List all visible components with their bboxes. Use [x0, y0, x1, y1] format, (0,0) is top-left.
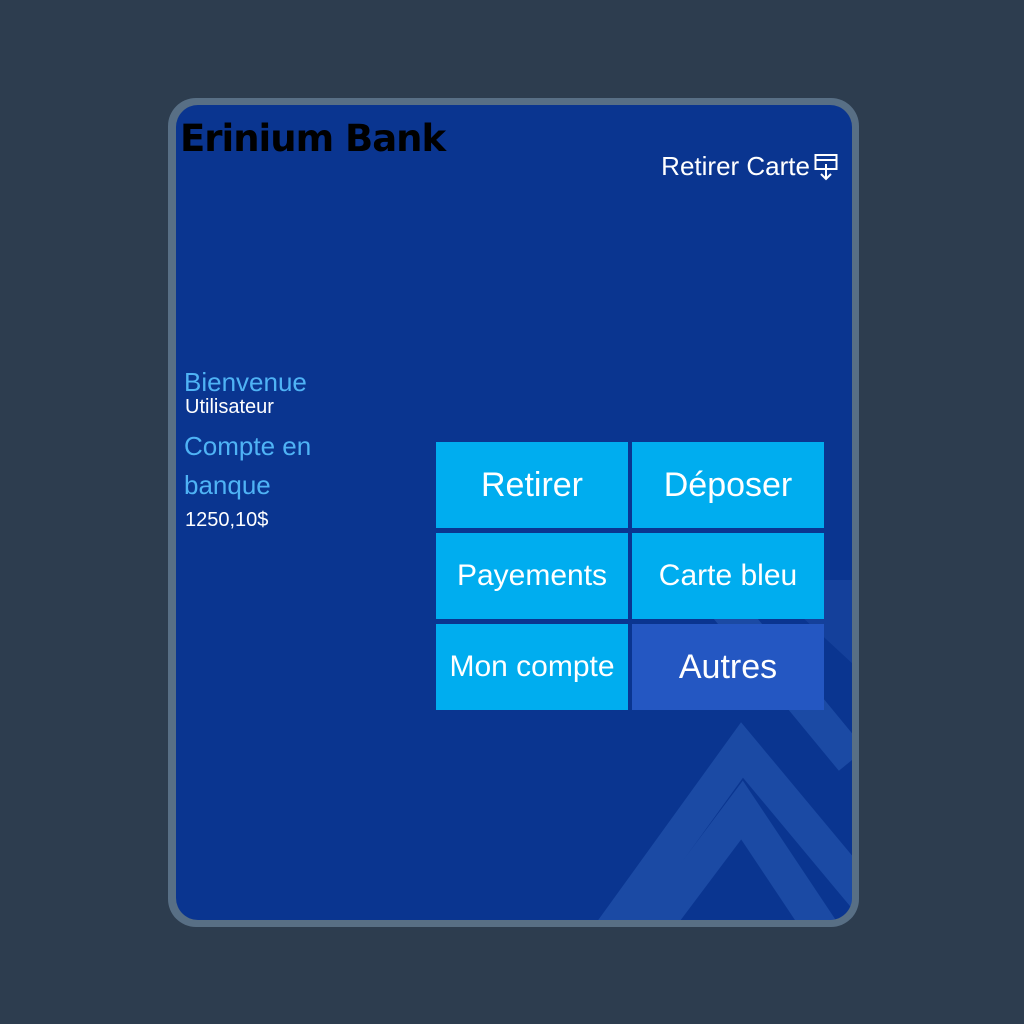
balance-value: 1250,10$ [185, 509, 269, 531]
blue-card-button[interactable]: Carte bleu [632, 533, 824, 619]
eject-card-button[interactable]: Retirer Carte [661, 151, 838, 182]
atm-screen: Erinium Bank Retirer Carte Bienvenue Uti… [176, 105, 852, 920]
deposit-button[interactable]: Déposer [632, 442, 824, 528]
others-button[interactable]: Autres [632, 624, 824, 710]
account-label: Compte en banque [184, 431, 312, 500]
welcome-label: Bienvenue [184, 367, 307, 397]
payments-button[interactable]: Payements [436, 533, 628, 619]
menu-grid: Retirer Déposer Payements Carte bleu Mon… [436, 442, 824, 710]
withdraw-button[interactable]: Retirer [436, 442, 628, 528]
my-account-button[interactable]: Mon compte [436, 624, 628, 710]
eject-card-label: Retirer Carte [661, 151, 810, 181]
bank-title: Erinium Bank [180, 117, 446, 160]
user-name: Utilisateur [185, 396, 274, 418]
card-eject-icon [814, 152, 838, 182]
